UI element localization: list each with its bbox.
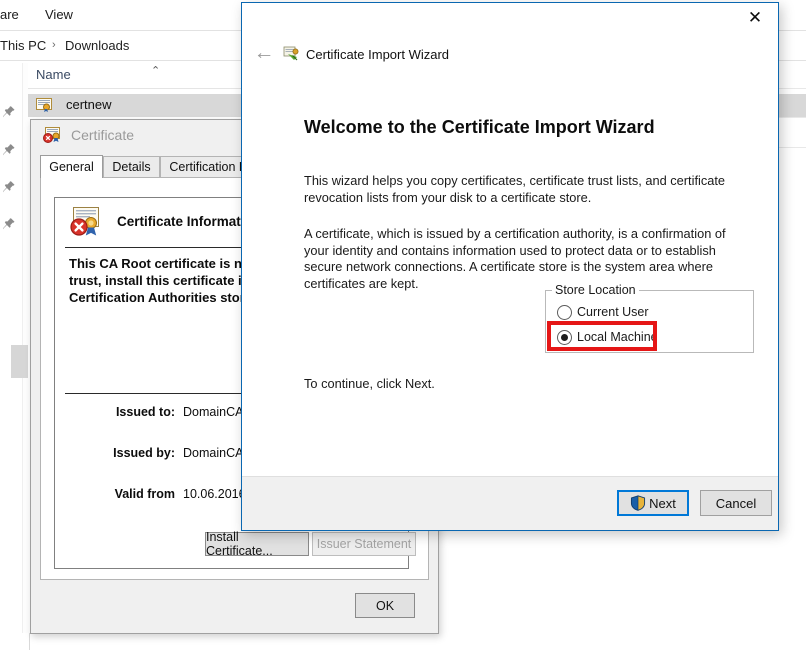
- radio-current-user[interactable]: Current User: [557, 302, 649, 322]
- certificate-dialog-title: Certificate: [71, 127, 135, 143]
- wizard-paragraph-1: This wizard helps you copy certificates,…: [304, 173, 726, 205]
- pin-icon[interactable]: [2, 143, 16, 157]
- wizard-heading: Welcome to the Certificate Import Wizard: [304, 117, 655, 137]
- breadcrumb-item-downloads[interactable]: Downloads: [65, 38, 129, 53]
- radio-circle-icon[interactable]: [557, 304, 572, 320]
- radio-label-local-machine: Local Machine: [577, 330, 658, 344]
- file-name-label: certnew: [66, 97, 112, 112]
- wizard-title: Certificate Import Wizard: [306, 47, 450, 62]
- next-button[interactable]: Next: [617, 490, 689, 516]
- ribbon-tab-share[interactable]: are: [0, 7, 19, 22]
- tab-details[interactable]: Details: [103, 156, 160, 177]
- nav-pane-scrollbar-thumb[interactable]: [11, 345, 28, 378]
- certificate-invalid-icon: [69, 206, 103, 238]
- pin-icon[interactable]: [2, 217, 16, 231]
- screen: are View This PC › Downloads Name ⌃ cert…: [0, 0, 806, 650]
- breadcrumb-item-this-pc[interactable]: This PC: [0, 38, 46, 53]
- certificate-information-heading: Certificate Information: [117, 214, 262, 229]
- field-value-issued-to: DomainCA: [183, 405, 244, 419]
- wizard-paragraph-2: A certificate, which is issued by a cert…: [304, 226, 726, 291]
- ribbon-tab-view[interactable]: View: [45, 7, 73, 22]
- field-label-issued-to: Issued to:: [115, 405, 175, 419]
- uac-shield-icon: [630, 495, 646, 511]
- chevron-up-icon: ⌃: [151, 65, 161, 77]
- field-value-issued-by: DomainCA: [183, 446, 244, 460]
- wizard-footer: Next Cancel: [242, 476, 778, 530]
- cancel-button[interactable]: Cancel: [700, 490, 772, 516]
- wizard-body: Welcome to the Certificate Import Wizard…: [242, 78, 778, 483]
- nav-pane-scrollbar[interactable]: [11, 63, 30, 633]
- issuer-statement-button: Issuer Statement: [312, 532, 416, 556]
- back-arrow-icon[interactable]: ←: [252, 41, 276, 65]
- pin-icon[interactable]: [2, 180, 16, 194]
- tab-general[interactable]: General: [40, 155, 103, 178]
- pin-icon[interactable]: [2, 105, 16, 119]
- breadcrumb-separator-icon: ›: [52, 39, 56, 51]
- certificate-file-icon: [36, 97, 53, 118]
- certificate-import-wizard-dialog: ✕ ← Certificate Import Wizard Welcome to…: [241, 2, 779, 531]
- wizard-continue-text: To continue, click Next.: [304, 376, 435, 391]
- certificate-wizard-icon: [283, 46, 299, 62]
- next-button-label: Next: [649, 495, 676, 511]
- radio-local-machine[interactable]: Local Machine: [557, 327, 658, 347]
- field-label-issued-by: Issued by:: [113, 446, 175, 460]
- certificate-error-icon: [43, 127, 62, 144]
- install-certificate-button[interactable]: Install Certificate...: [205, 530, 309, 558]
- radio-label-current-user: Current User: [577, 305, 649, 319]
- store-location-legend: Store Location: [552, 283, 639, 297]
- field-label-valid-from: Valid from: [114, 487, 175, 501]
- radio-circle-selected-icon[interactable]: [557, 329, 572, 345]
- column-header-name[interactable]: Name: [36, 67, 71, 82]
- certificate-ok-button[interactable]: OK: [355, 593, 415, 618]
- close-icon[interactable]: ✕: [732, 3, 778, 33]
